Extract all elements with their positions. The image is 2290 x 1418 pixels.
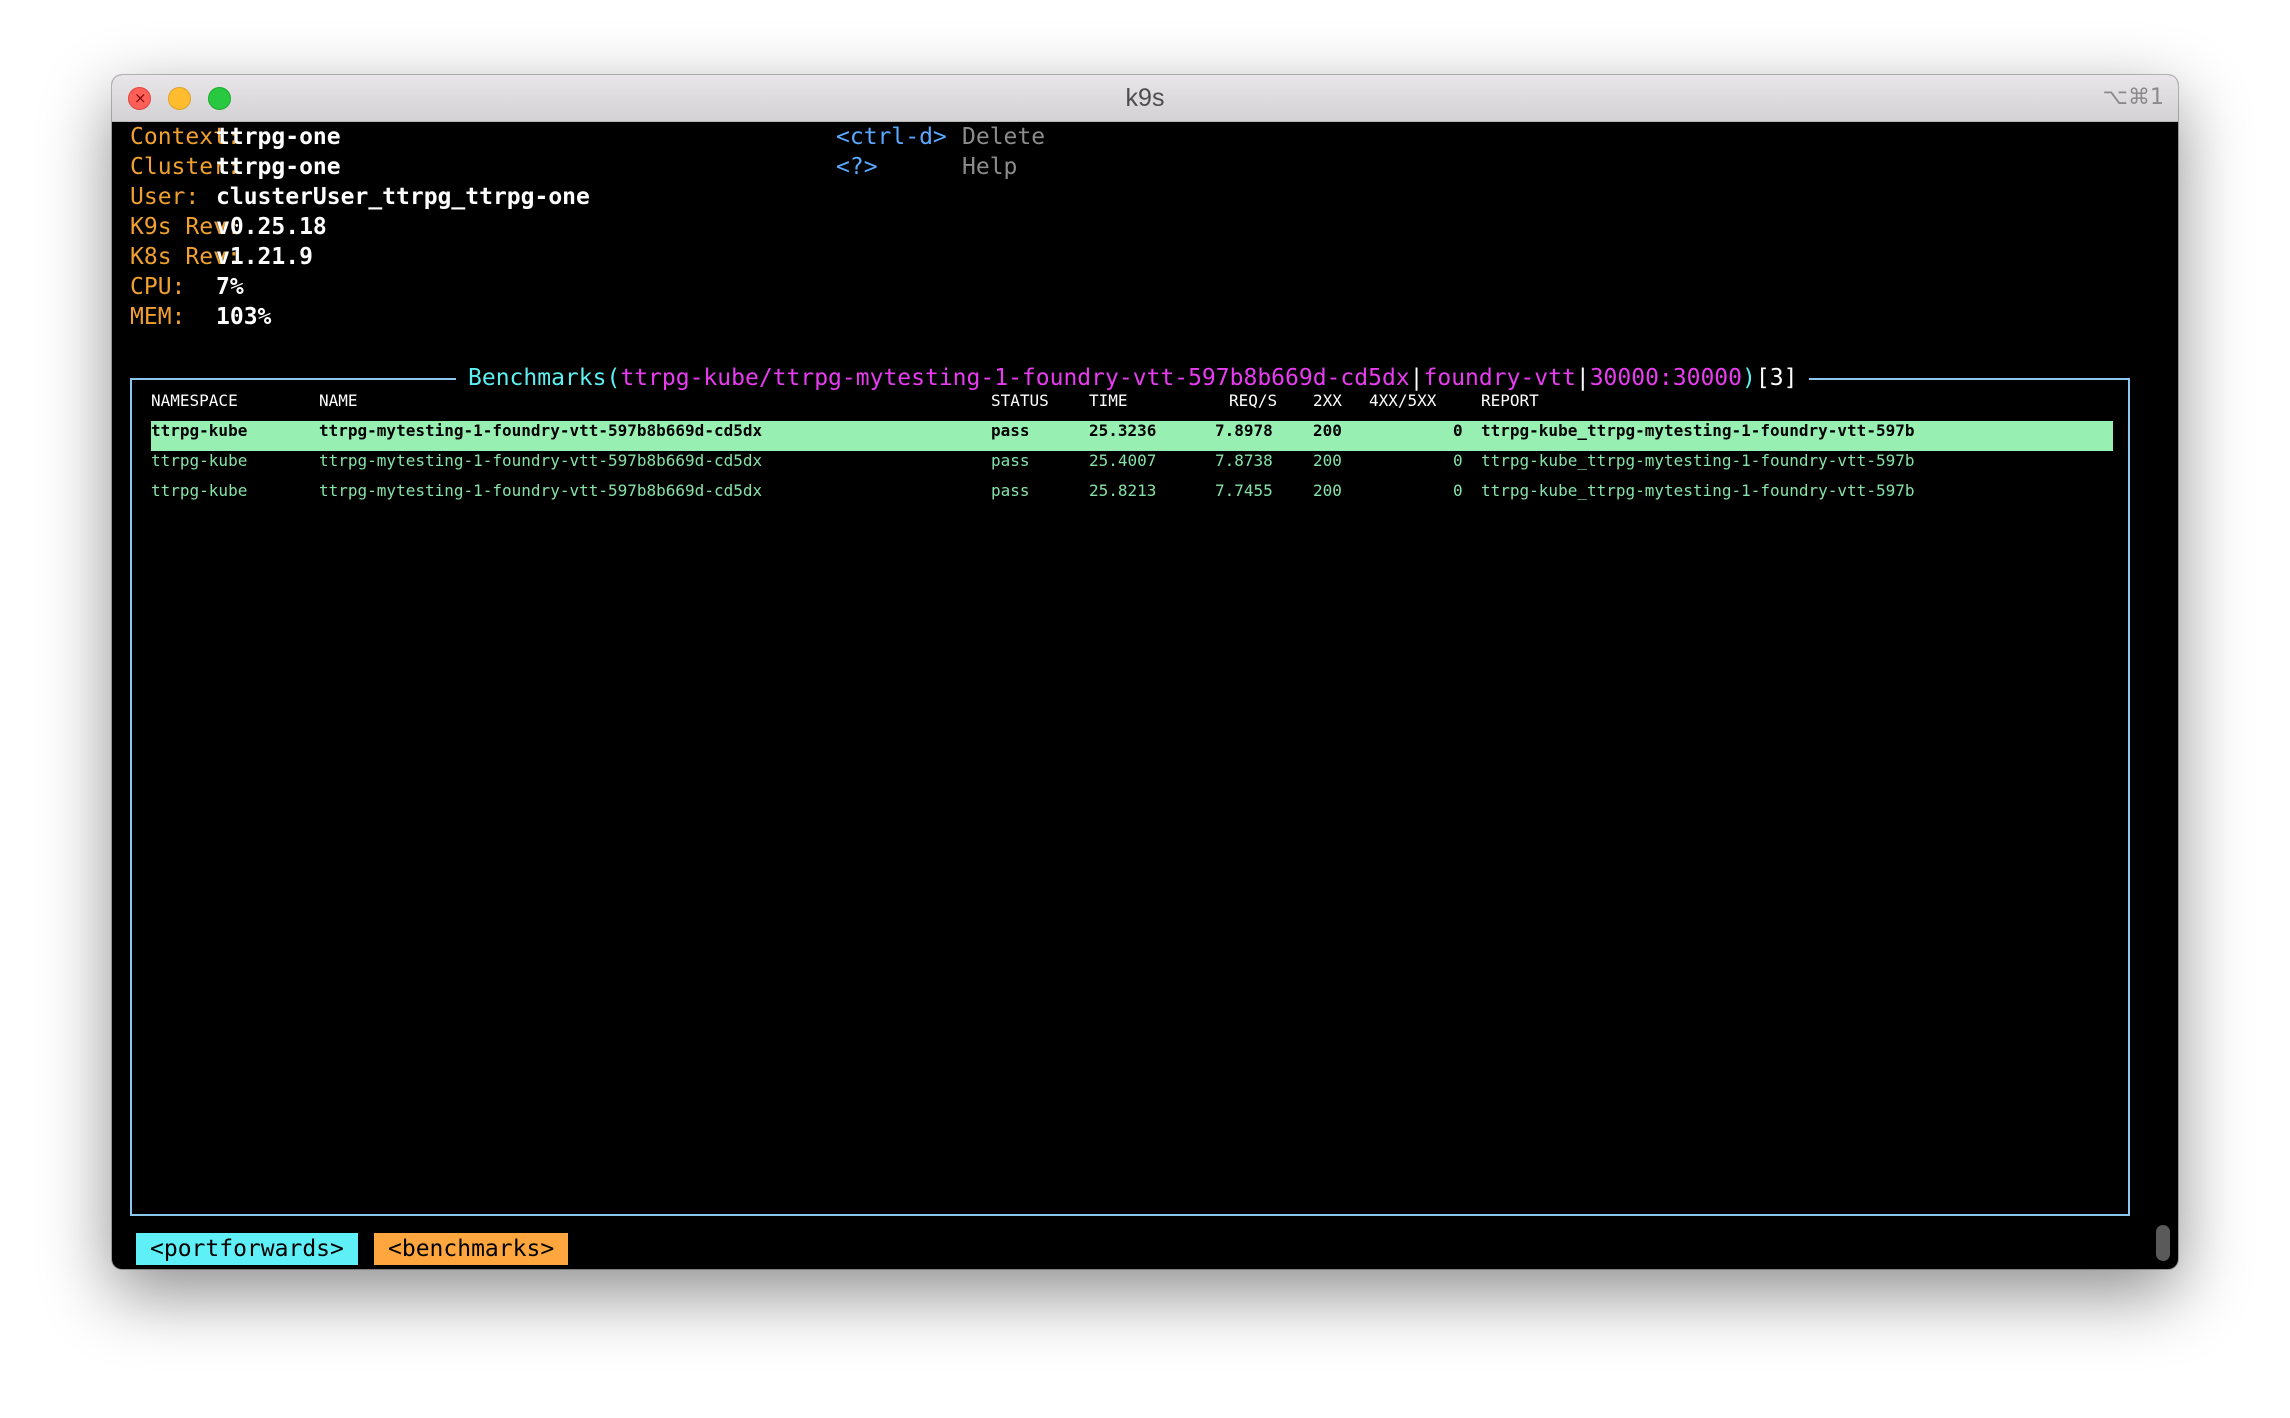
cell-4xx5xx: 0 (1453, 451, 1463, 470)
cell-name: ttrpg-mytesting-1-foundry-vtt-597b8b669d… (319, 421, 763, 440)
cell-status: pass (991, 421, 1030, 440)
terminal-window: × k9s ⌥⌘1 Context: ttrpg-one Cluster: tt… (112, 75, 2178, 1269)
col-time[interactable]: TIME (1089, 391, 1128, 410)
view-name: Benchmarks (468, 365, 607, 391)
cell-status: pass (991, 451, 1030, 470)
col-4xx5xx[interactable]: 4XX/5XX (1369, 391, 1436, 410)
table-row-selected[interactable]: ttrpg-kube ttrpg-mytesting-1-foundry-vtt… (151, 421, 2113, 451)
crumb-portforwards[interactable]: <portforwards> (136, 1233, 358, 1265)
cell-report: ttrpg-kube_ttrpg-mytesting-1-foundry-vtt… (1481, 451, 1915, 470)
scrollbar-thumb[interactable] (2156, 1225, 2170, 1261)
crumb-benchmarks[interactable]: <benchmarks> (374, 1233, 569, 1265)
cell-2xx: 200 (1313, 421, 1342, 440)
cell-time: 25.8213 (1089, 481, 1157, 500)
cell-reqs: 7.8978 (1215, 421, 1273, 440)
col-name[interactable]: NAME (319, 391, 358, 410)
title-bar: × k9s ⌥⌘1 (112, 75, 2178, 122)
cell-reqs: 7.8738 (1215, 451, 1273, 470)
view-ports: 30000:30000 (1589, 365, 1743, 391)
col-2xx[interactable]: 2XX (1313, 391, 1342, 410)
table-row[interactable]: ttrpg-kube ttrpg-mytesting-1-foundry-vtt… (151, 451, 2113, 481)
title-separator: | (1409, 365, 1424, 391)
context-value: ttrpg-one (216, 124, 341, 150)
panel-title: Benchmarks(ttrpg-kube/ttrpg-mytesting-1-… (456, 363, 1810, 393)
cell-namespace: ttrpg-kube (151, 481, 248, 500)
cell-reqs: 7.7455 (1215, 481, 1273, 500)
mem-value: 103% (216, 304, 272, 330)
col-report[interactable]: REPORT (1481, 391, 1539, 410)
cell-report: ttrpg-kube_ttrpg-mytesting-1-foundry-vtt… (1481, 421, 1915, 440)
cell-2xx: 200 (1313, 451, 1342, 470)
hotkey-help-key[interactable]: <?> (836, 152, 878, 182)
window-title: k9s (1125, 84, 1165, 112)
user-value: clusterUser_ttrpg_ttrpg-one (216, 184, 590, 210)
view-container: foundry-vtt (1423, 365, 1576, 391)
title-open-paren: ( (606, 365, 621, 391)
user-label: User: (130, 184, 200, 210)
mem-label: MEM: (130, 304, 186, 330)
col-namespace[interactable]: NAMESPACE (151, 391, 238, 410)
cell-time: 25.4007 (1089, 451, 1157, 470)
title-separator: | (1575, 365, 1590, 391)
hotkey-delete-desc: Delete (962, 124, 1046, 150)
cluster-value: ttrpg-one (216, 154, 341, 180)
title-close-paren: ) (1742, 365, 1756, 391)
cell-report: ttrpg-kube_ttrpg-mytesting-1-foundry-vtt… (1481, 481, 1915, 500)
cell-namespace: ttrpg-kube (151, 451, 248, 470)
col-reqs[interactable]: REQ/S (1229, 391, 1277, 410)
cell-name: ttrpg-mytesting-1-foundry-vtt-597b8b669d… (319, 451, 763, 470)
benchmarks-panel: Benchmarks(ttrpg-kube/ttrpg-mytesting-1-… (130, 363, 2130, 1216)
cpu-label: CPU: (130, 274, 186, 300)
view-path: ttrpg-kube/ttrpg-mytesting-1-foundry-vtt… (620, 365, 1410, 391)
window-shortcut: ⌥⌘1 (2102, 85, 2164, 110)
cell-status: pass (991, 481, 1030, 500)
cpu-value: 7% (216, 274, 244, 300)
table-row[interactable]: ttrpg-kube ttrpg-mytesting-1-foundry-vtt… (151, 481, 2113, 511)
hotkey-help-desc: Help (962, 154, 1018, 180)
cell-namespace: ttrpg-kube (151, 421, 248, 440)
cell-time: 25.3236 (1089, 421, 1157, 440)
cell-4xx5xx: 0 (1453, 421, 1463, 440)
hotkey-delete-key[interactable]: <ctrl-d> (836, 122, 947, 152)
k8s-rev-value: v1.21.9 (216, 244, 313, 270)
cell-name: ttrpg-mytesting-1-foundry-vtt-597b8b669d… (319, 481, 763, 500)
k9s-rev-value: v0.25.18 (216, 214, 327, 240)
view-count: [3] (1755, 365, 1798, 391)
col-status[interactable]: STATUS (991, 391, 1049, 410)
cell-4xx5xx: 0 (1453, 481, 1463, 500)
cell-2xx: 200 (1313, 481, 1342, 500)
